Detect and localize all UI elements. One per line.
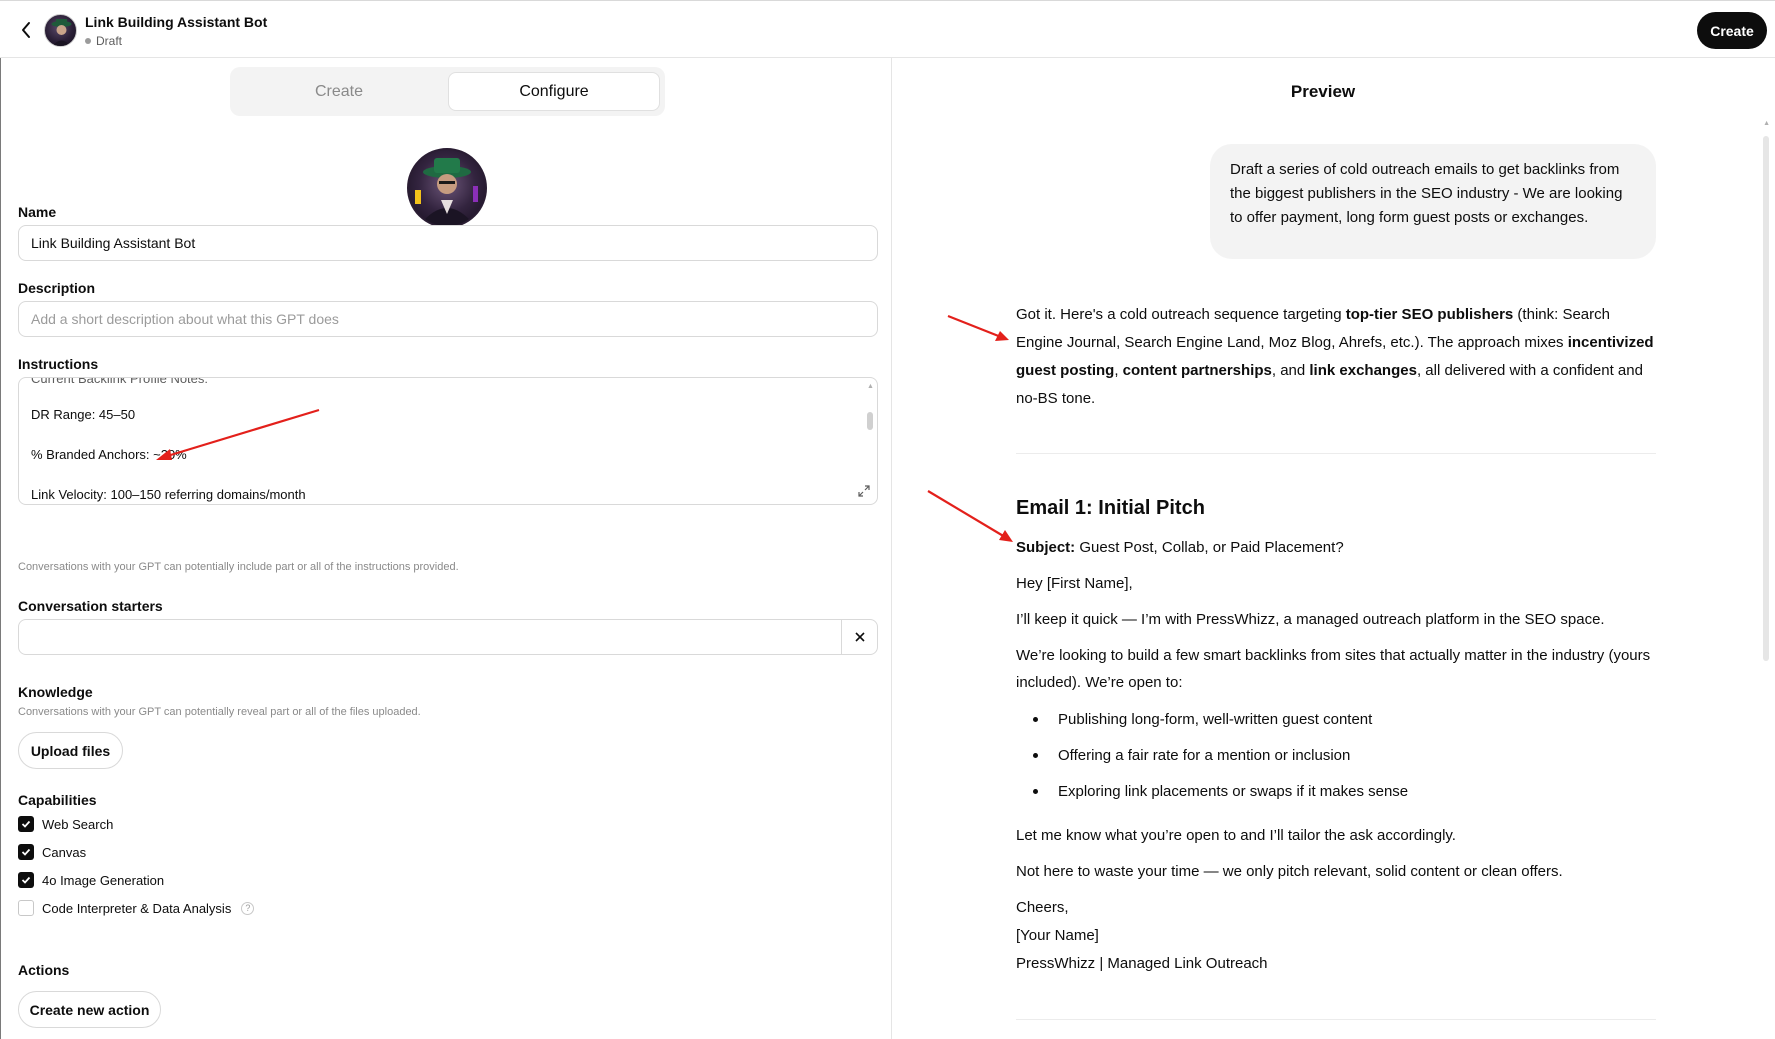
email-subject-line: Subject: Guest Post, Collab, or Paid Pla… [1016, 539, 1344, 556]
instructions-textarea[interactable]: Current Backlink Profile Notes: DR Range… [18, 377, 878, 505]
capabilities-label: Capabilities [18, 792, 97, 808]
name-label: Name [18, 204, 57, 220]
check-icon [21, 848, 31, 856]
user-message-bubble: Draft a series of cold outreach emails t… [1210, 144, 1656, 259]
assistant-intro-paragraph: Got it. Here's a cold outreach sequence … [1016, 306, 1654, 407]
create-new-action-button[interactable]: Create new action [18, 991, 161, 1028]
web-search-checkbox[interactable] [18, 816, 34, 832]
capability-canvas[interactable]: Canvas [18, 844, 86, 860]
description-input[interactable] [18, 301, 878, 337]
tab-create[interactable]: Create [234, 72, 444, 111]
header-gpt-avatar [44, 14, 77, 47]
check-icon [21, 876, 31, 884]
email-greeting: Hey [First Name], [1016, 575, 1133, 592]
email-bullet: Publishing long-form, well-written guest… [1033, 711, 1372, 728]
code-interpreter-label: Code Interpreter & Data Analysis [42, 900, 232, 916]
scroll-up-icon[interactable]: ▲ [1763, 120, 1770, 127]
canvas-checkbox[interactable] [18, 844, 34, 860]
bullet-dot-icon [1033, 717, 1038, 722]
canvas-label: Canvas [42, 844, 87, 860]
expand-icon[interactable] [857, 484, 871, 498]
conversation-starter-row [18, 619, 878, 655]
email-sender-company: PressWhizz | Managed Link Outreach [1016, 955, 1268, 972]
section-divider [1016, 453, 1656, 454]
knowledge-helper: Conversations with your GPT can potentia… [18, 706, 421, 718]
starters-label: Conversation starters [18, 598, 163, 614]
knowledge-label: Knowledge [18, 684, 93, 700]
email-line-4: Not here to waste your time — we only pi… [1016, 863, 1563, 880]
conversation-starter-input[interactable] [19, 620, 841, 654]
status-dot-icon [85, 38, 91, 44]
instructions-line-velocity: Link Velocity: 100–150 referring domains… [31, 487, 306, 502]
description-label: Description [18, 280, 96, 296]
help-icon[interactable]: ? [241, 901, 255, 915]
instructions-partial-line: Current Backlink Profile Notes: [31, 377, 209, 386]
back-button[interactable] [14, 17, 38, 43]
mode-tabs: Create Configure [230, 67, 665, 116]
remove-starter-button[interactable] [841, 620, 877, 654]
preview-panel: Preview Draft a series of cold outreach … [893, 58, 1775, 1039]
instructions-label: Instructions [18, 356, 99, 372]
image-generation-checkbox[interactable] [18, 872, 34, 888]
email-signoff: Cheers, [1016, 899, 1069, 916]
email-line-2: We’re looking to build a few smart backl… [1016, 647, 1651, 691]
gpt-title: Link Building Assistant Bot [85, 14, 268, 30]
capability-web-search[interactable]: Web Search [18, 816, 113, 832]
image-generation-label: 4o Image Generation [42, 872, 165, 888]
scroll-up-icon[interactable]: ▲ [867, 383, 874, 390]
top-header: Link Building Assistant Bot Draft Create [0, 0, 1775, 58]
status-label: Draft [96, 34, 123, 48]
instructions-helper: Conversations with your GPT can potentia… [18, 561, 459, 573]
instructions-line-dr: DR Range: 45–50 [31, 407, 136, 422]
close-icon [854, 632, 865, 642]
bullet-dot-icon [1033, 753, 1038, 758]
tab-configure[interactable]: Configure [448, 72, 660, 111]
actions-label: Actions [18, 962, 70, 978]
capability-code-interpreter[interactable]: Code Interpreter & Data Analysis ? [18, 900, 255, 916]
code-interpreter-checkbox[interactable] [18, 900, 34, 916]
name-input[interactable] [18, 225, 878, 261]
section-divider [1016, 1019, 1656, 1020]
preview-title: Preview [1290, 82, 1356, 101]
instructions-scrollbar[interactable] [867, 412, 873, 430]
email-bullet: Offering a fair rate for a mention or in… [1033, 747, 1350, 764]
gpt-profile-image[interactable] [407, 148, 487, 228]
preview-scrollbar[interactable] [1763, 136, 1769, 661]
draft-status: Draft [85, 34, 122, 48]
create-button[interactable]: Create [1697, 12, 1767, 49]
upload-files-button[interactable]: Upload files [18, 732, 123, 769]
email-bullet: Exploring link placements or swaps if it… [1033, 783, 1408, 800]
web-search-label: Web Search [42, 816, 114, 832]
configure-panel: Create Configure Name Description Instru… [0, 58, 892, 1039]
capability-image-generation[interactable]: 4o Image Generation [18, 872, 164, 888]
email-1-heading: Email 1: Initial Pitch [1016, 497, 1205, 519]
email-line-3: Let me know what you’re open to and I’ll… [1016, 827, 1456, 844]
check-icon [21, 820, 31, 828]
bullet-dot-icon [1033, 789, 1038, 794]
email-sender-name: [Your Name] [1016, 927, 1099, 944]
chevron-left-icon [22, 22, 30, 38]
instructions-line-anchors: % Branded Anchors: ~20% [31, 447, 187, 462]
email-line-1: I’ll keep it quick — I’m with PressWhizz… [1016, 611, 1605, 628]
